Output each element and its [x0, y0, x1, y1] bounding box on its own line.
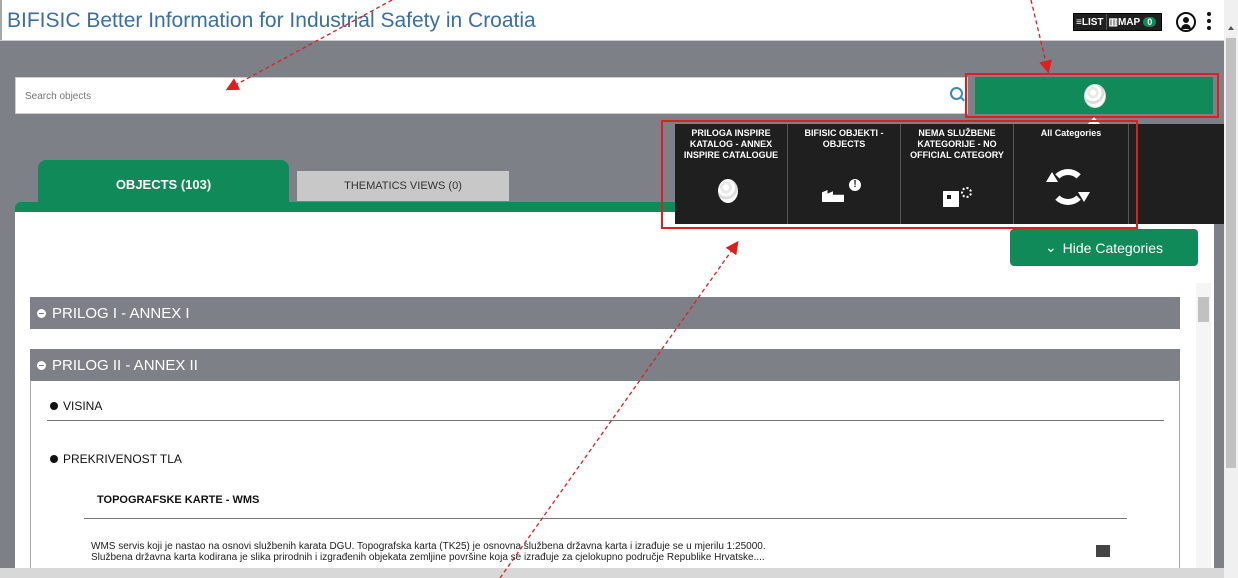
map-icon[interactable] [1096, 545, 1110, 557]
annotation-highlight-dropdown [661, 120, 1138, 229]
tab-objects[interactable]: OBJECTS (103) [38, 160, 289, 208]
horizontal-scrollbar[interactable] [0, 568, 1224, 578]
tab-thematic-views[interactable]: THEMATICS VIEWS (0) [297, 171, 509, 201]
subcategory-visina[interactable]: VISINA [50, 399, 102, 413]
search-field[interactable]: Search objects [15, 77, 968, 114]
wms-description: WMS servis koji je nastao na osnovi služ… [91, 541, 766, 563]
map-icon: ▥ [1108, 16, 1118, 28]
user-icon[interactable] [1176, 12, 1196, 32]
map-view-button[interactable]: ▥ MAP 0 [1107, 14, 1159, 30]
subcategory-prekrivenost-tla[interactable]: PREKRIVENOST TLA [50, 452, 182, 466]
annex-ii-header[interactable]: PRILOG II - ANNEX II [30, 349, 1180, 381]
scroll-up-arrow-icon[interactable] [1228, 26, 1234, 30]
chevron-down-icon: ⌄ [1044, 239, 1057, 255]
content-scrollbar[interactable] [1196, 283, 1211, 578]
page-scrollbar-thumb[interactable] [1226, 38, 1236, 468]
app-title: BIFISIC Better Information for Industria… [7, 9, 536, 32]
page-scrollbar[interactable] [1224, 0, 1238, 578]
more-menu-icon[interactable] [1207, 12, 1211, 30]
search-input[interactable]: Search objects [25, 91, 91, 102]
map-count-badge: 0 [1143, 17, 1157, 27]
hide-categories-button[interactable]: ⌄ Hide Categories [1010, 229, 1198, 266]
divider [47, 420, 1164, 421]
list-view-button[interactable]: ≡ LIST [1074, 14, 1107, 30]
top-bar: BIFISIC Better Information for Industria… [0, 0, 1238, 41]
annotation-highlight-button [965, 73, 1219, 118]
minus-circle-icon [37, 360, 46, 370]
plus-circle-icon [37, 308, 46, 318]
left-edge [0, 0, 2, 40]
divider [84, 518, 1127, 519]
plus-circle-icon [50, 402, 58, 410]
wms-title[interactable]: TOPOGRAFSKE KARTE - WMS [97, 494, 259, 506]
content-scrollbar-thumb[interactable] [1198, 297, 1209, 322]
search-icon[interactable] [950, 87, 963, 100]
annex-i-header[interactable]: PRILOG I - ANNEX I [30, 297, 1180, 329]
minus-circle-icon [50, 455, 58, 463]
view-toggle[interactable]: ≡ LIST ▥ MAP 0 [1073, 13, 1162, 31]
